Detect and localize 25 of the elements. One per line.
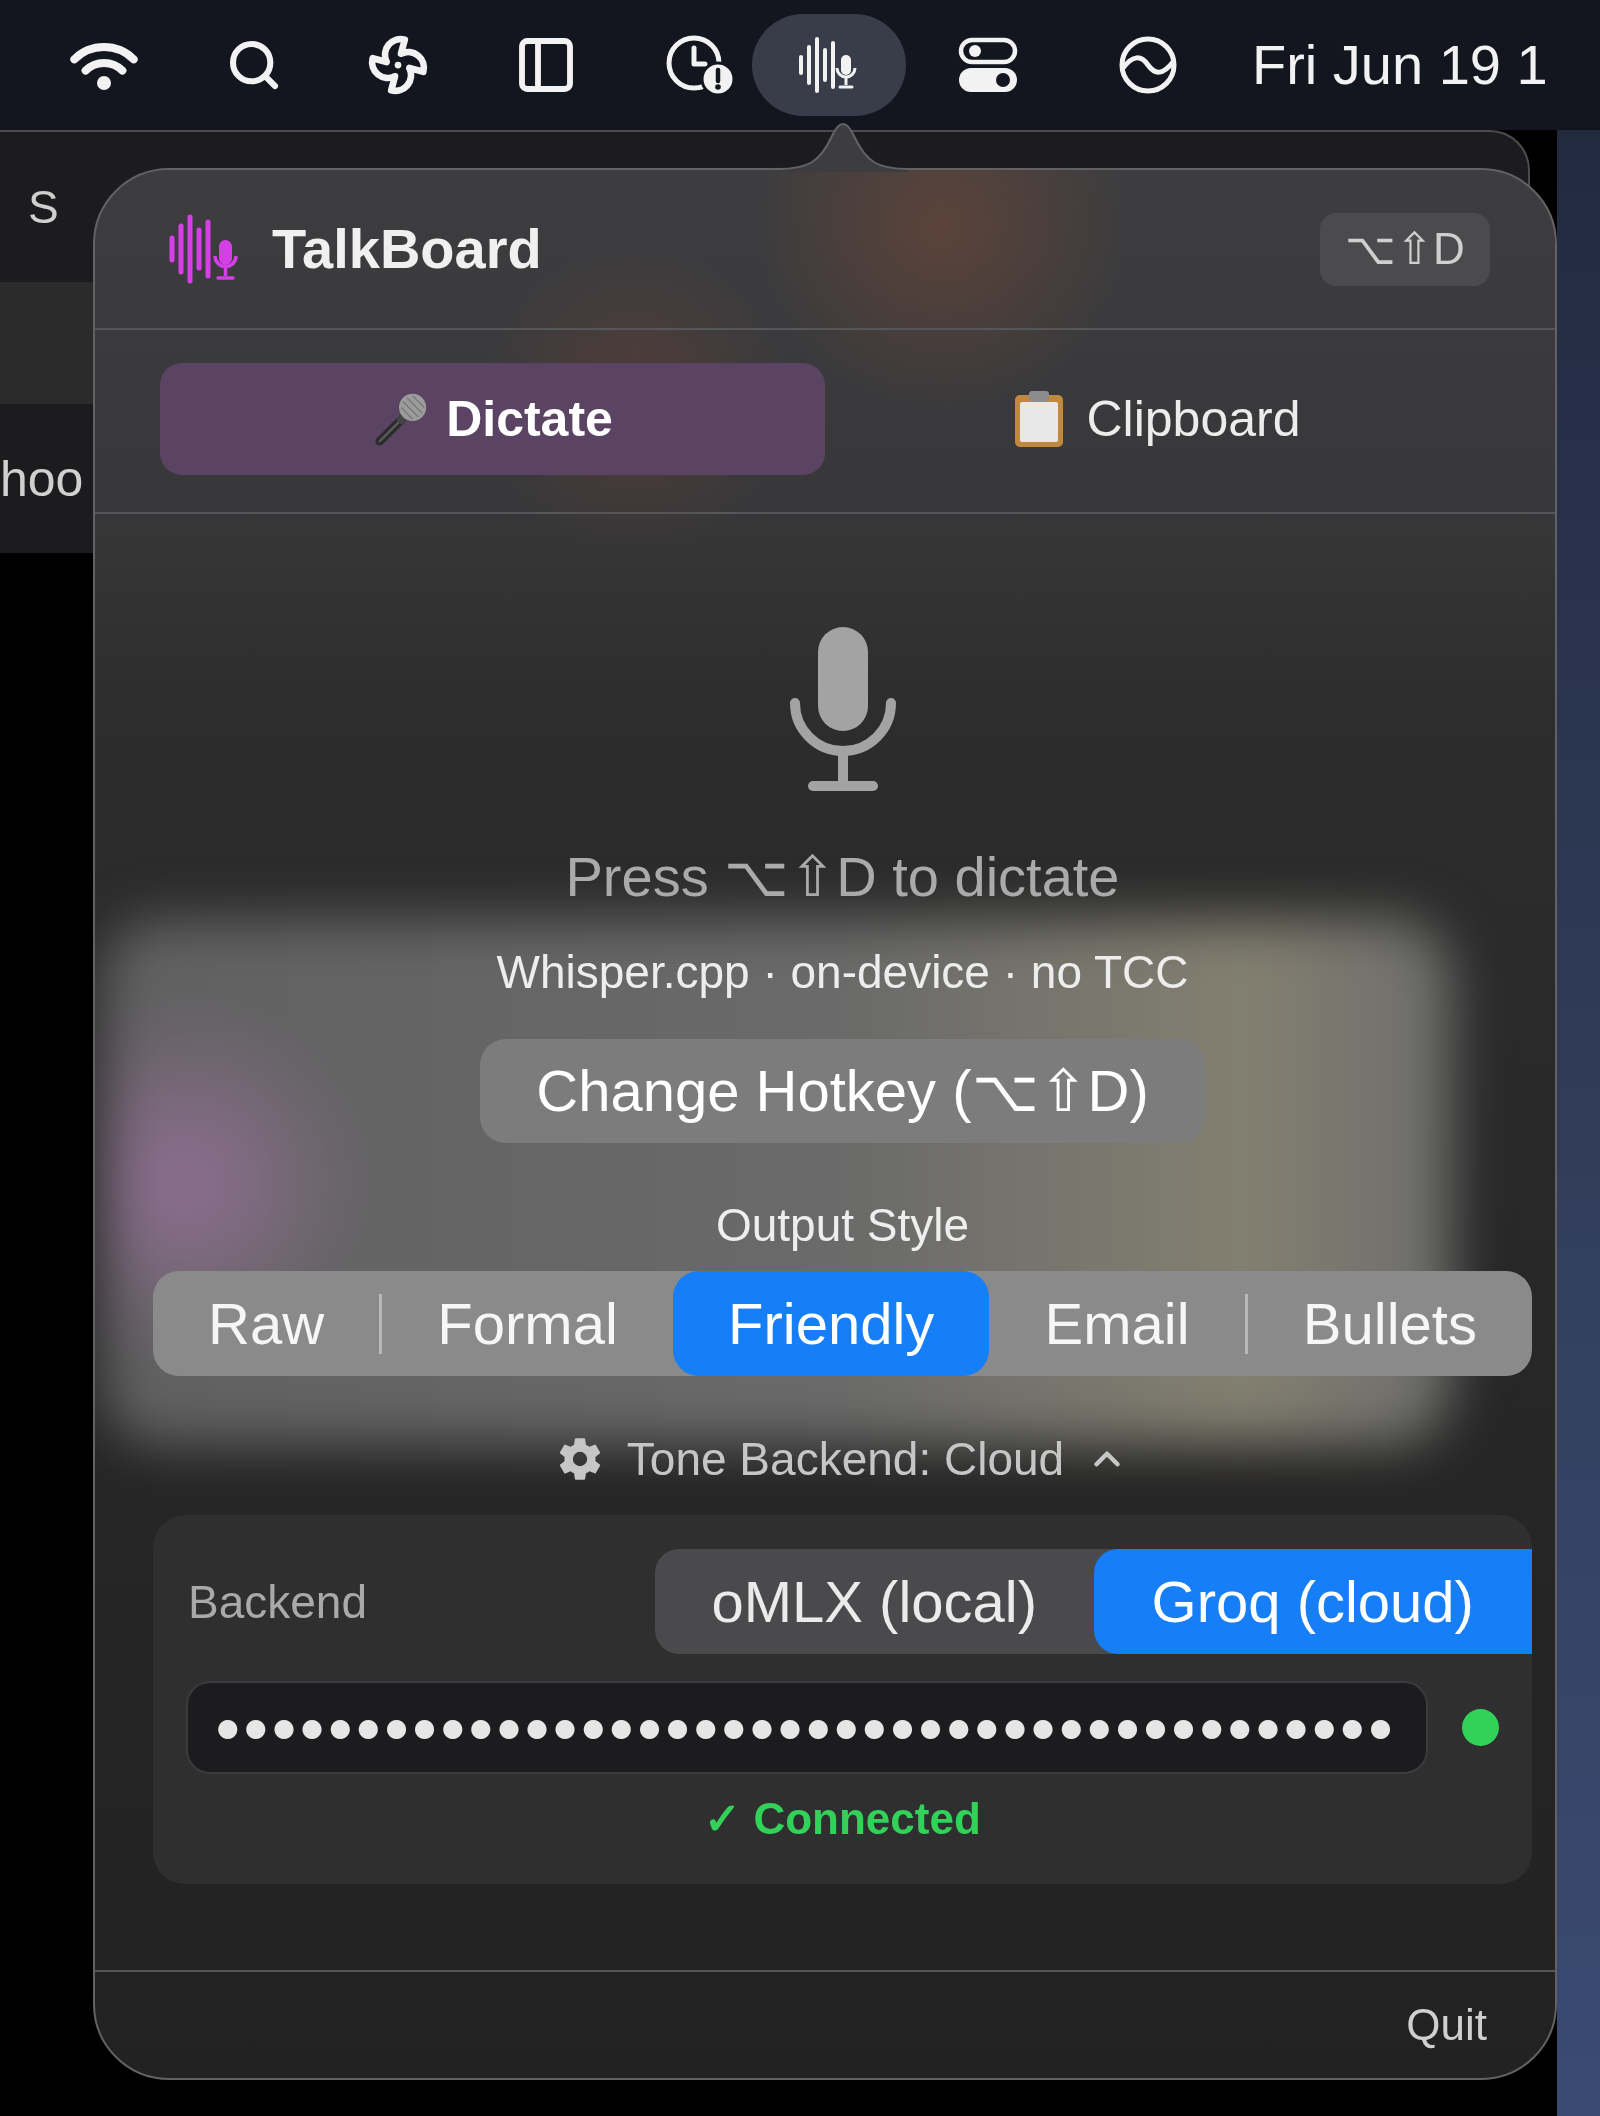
dictate-prompt: Press ⌥⇧D to dictate	[565, 844, 1120, 910]
menu-bar-clock[interactable]: Fri Jun 19 1	[1252, 33, 1548, 97]
tone-backend-toggle[interactable]: Tone Backend: Cloud	[556, 1432, 1129, 1486]
output-style-label: Output Style	[715, 1198, 970, 1252]
clipboard-icon	[1014, 390, 1065, 448]
waveform-mic-icon	[168, 214, 240, 284]
backend-label: Backend	[188, 1574, 367, 1629]
shortcut-badge: ⌥⇧D	[1320, 212, 1490, 286]
circle-wave-icon[interactable]	[1118, 35, 1178, 95]
app-title: TalkBoard	[272, 217, 542, 281]
connection-status: ✓ Connected	[704, 1793, 981, 1845]
mode-tab[interactable]: Clipboard	[825, 363, 1490, 475]
clock-alert-icon[interactable]	[664, 33, 736, 97]
toggles-icon[interactable]	[958, 37, 1018, 93]
change-hotkey-button[interactable]: Change Hotkey (⌥⇧D)	[480, 1039, 1205, 1143]
api-key-field[interactable]: ●●●●●●●●●●●●●●●●●●●●●●●●●●●●●●●●●●●●●●●●●●	[186, 1681, 1428, 1774]
mode-tab[interactable]: Dictate	[160, 363, 825, 475]
quit-button[interactable]: Quit	[1406, 1999, 1487, 2051]
style-option[interactable]: Friendly	[672, 1271, 990, 1376]
backend-option[interactable]: oMLX (local)	[655, 1549, 1094, 1654]
background-app-text: hoo	[0, 449, 84, 508]
background-app-text: S	[28, 180, 59, 234]
backend-option[interactable]: Groq (cloud)	[1093, 1549, 1532, 1654]
fan-icon[interactable]	[367, 34, 429, 96]
engine-info: Whisper.cpp · on-device · no TCC	[496, 945, 1189, 999]
